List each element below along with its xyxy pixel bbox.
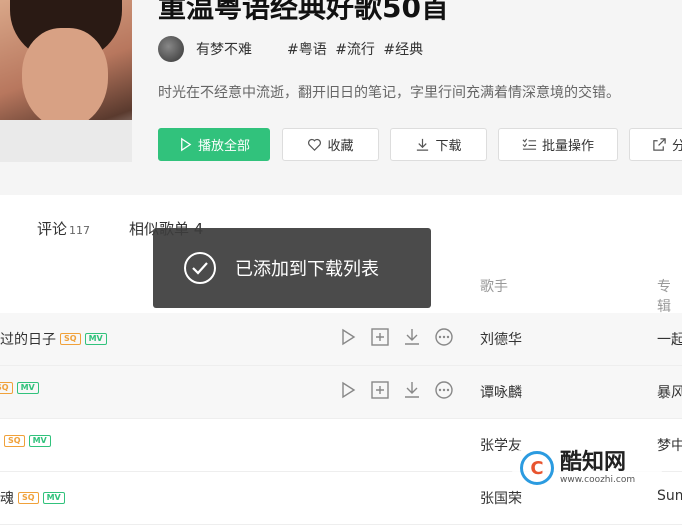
play-all-label: 播放全部 [197,139,250,154]
cover-shirt-shape [0,120,132,162]
mv-badge[interactable]: MV [16,382,39,394]
song-title: 过的日子 [0,332,56,348]
sq-badge: SQ [60,333,81,345]
singer-link[interactable]: 谭咏麟 [480,382,522,402]
song-name[interactable]: 过的日子 SQ MV [0,329,107,349]
song-name[interactable]: 魂 SQ MV [0,488,65,508]
album-link[interactable]: 暴风 [657,382,682,402]
batch-operation-button[interactable]: 批量操作 [498,128,618,161]
heart-icon [308,138,322,151]
download-icon[interactable] [402,380,422,400]
tag-link[interactable]: #流行 [335,42,375,58]
watermark: C 酷知网 www.coozhi.com [512,440,662,496]
sq-badge: SQ [18,492,39,504]
play-icon[interactable] [338,327,358,347]
download-label: 下载 [435,139,462,154]
playlist-header: 重温粤语经典好歌50首 有梦不难 #粤语 #流行 #经典 时光在不经意中流逝，翻… [0,0,682,195]
batch-label: 批量操作 [541,139,594,154]
song-title: 魂 [0,491,14,507]
row-operations [338,327,454,347]
download-icon[interactable] [402,327,422,347]
tag-link[interactable]: #经典 [383,42,423,58]
share-button[interactable]: 分 [629,128,682,161]
tab-comments[interactable]: 评论 117 [37,218,90,239]
share-label: 分 [672,139,682,154]
check-circle-icon [184,252,216,284]
play-icon[interactable] [338,380,358,400]
album-link[interactable]: 一起 [657,329,682,349]
singer-link[interactable]: 张国荣 [480,488,522,508]
mv-badge[interactable]: MV [84,333,107,345]
download-toast: 已添加到下载列表 [153,228,431,308]
playlist-tags: #粤语 #流行 #经典 [287,39,427,59]
playlist-description: 时光在不经意中流逝，翻开旧日的笔记，字里行间充满着情深意境的交错。 [158,85,620,101]
album-link[interactable]: Sum [657,488,682,504]
song-name[interactable]: SQ MV [0,382,39,394]
author-avatar[interactable] [158,36,184,62]
add-icon[interactable] [370,327,390,347]
download-button[interactable]: 下载 [390,128,487,161]
playlist-cover-image[interactable] [0,0,132,162]
author-name[interactable]: 有梦不难 [196,39,252,59]
album-link[interactable]: 梦中 [657,435,682,455]
favorite-button[interactable]: 收藏 [282,128,379,161]
play-all-button[interactable]: 播放全部 [158,128,270,161]
column-header-album: 专辑 [657,279,671,315]
watermark-name: 酷知网 [560,450,627,475]
singer-link[interactable]: 刘德华 [480,329,522,349]
watermark-text: 酷知网 www.coozhi.com [560,450,636,486]
watermark-url: www.coozhi.com [560,475,636,485]
sq-badge: SQ [0,382,13,394]
share-icon [653,138,666,151]
cover-face-shape [22,28,108,128]
sq-badge: SQ [4,435,25,447]
batch-list-icon [522,138,537,150]
tab-songs[interactable]: 、 [0,218,9,239]
add-icon[interactable] [370,380,390,400]
toast-message: 已添加到下载列表 [235,259,379,280]
mv-badge[interactable]: MV [28,435,51,447]
watermark-logo-icon: C [520,451,554,485]
more-icon[interactable] [434,327,454,347]
tab-comments-count: 117 [69,224,91,237]
table-row[interactable]: 过的日子 SQ MV 刘德华 一起 [0,313,682,366]
table-row[interactable]: SQ MV 谭咏麟 暴风 [0,366,682,419]
row-operations [338,380,454,400]
tag-link[interactable]: #粤语 [287,42,327,58]
favorite-label: 收藏 [327,139,354,154]
play-icon [181,137,192,152]
song-name[interactable]: SQ MV [4,435,51,447]
download-icon [417,138,429,151]
more-icon[interactable] [434,380,454,400]
tab-comments-label: 评论 [37,220,68,238]
playlist-title: 重温粤语经典好歌50首 [158,0,449,24]
mv-badge[interactable]: MV [42,492,65,504]
column-header-singer: 歌手 [480,279,508,295]
